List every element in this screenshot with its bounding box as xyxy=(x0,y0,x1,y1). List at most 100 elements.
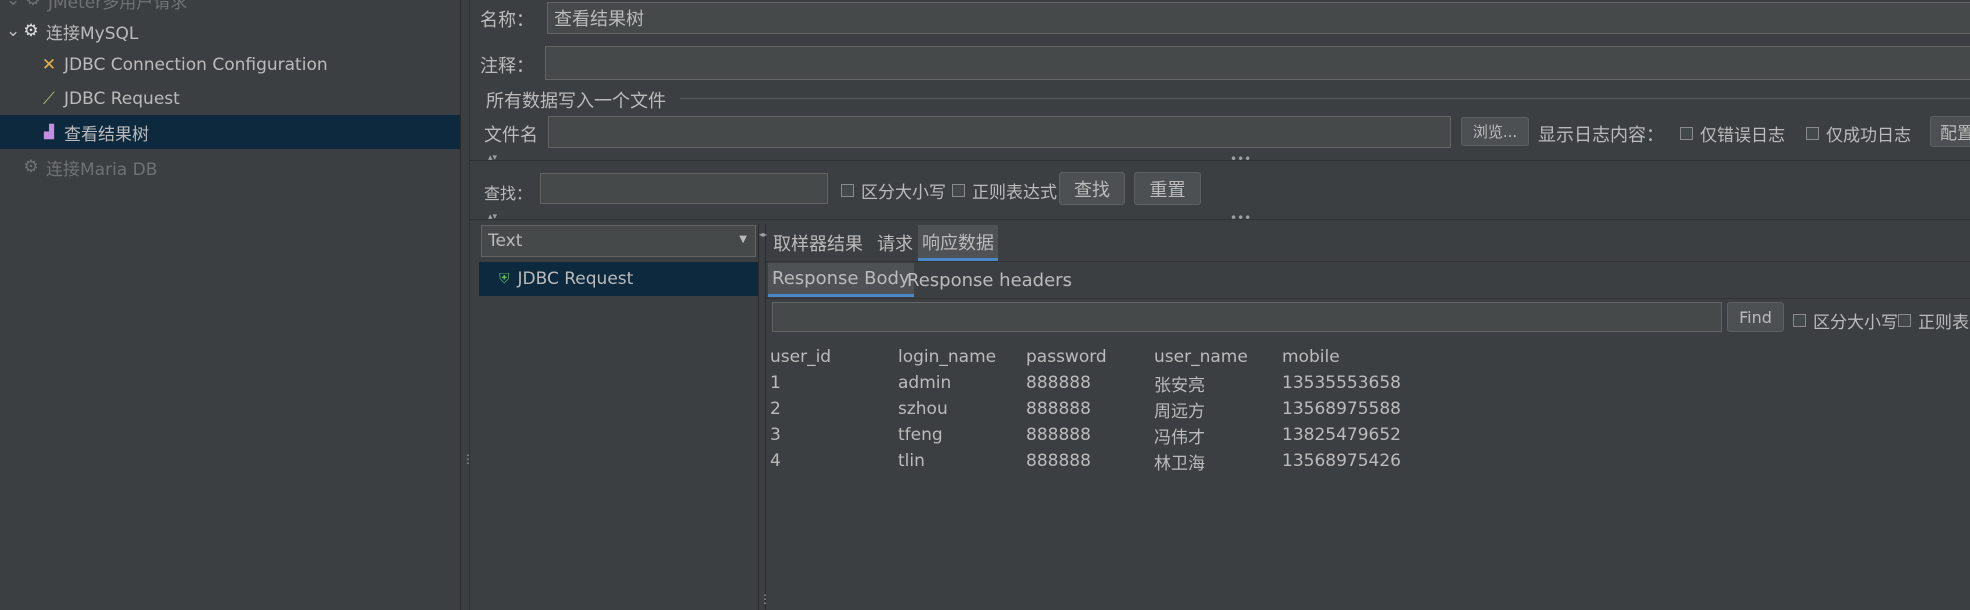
chevron-down-icon[interactable]: ⌄ xyxy=(6,21,20,41)
tree-item-result-tree[interactable]: ▟ 查看结果树 xyxy=(0,115,460,149)
table-header-row: user_id login_name password user_name mo… xyxy=(770,344,1401,370)
table-row: 1 admin 888888 张安亮 13535553658 xyxy=(770,370,1401,396)
panel-splitter[interactable]: ⋮ xyxy=(461,0,474,610)
collapse-arrows-icon[interactable]: ▴▾ xyxy=(488,154,497,163)
checkbox-label: 正则表达式 xyxy=(1918,313,1970,333)
column-header: password xyxy=(1026,347,1107,367)
tree-item-maria-group[interactable]: ⚙ 连接Maria DB xyxy=(0,150,460,184)
table-cell: 2 xyxy=(770,399,781,419)
table-cell: 周远方 xyxy=(1154,401,1205,422)
section-divider xyxy=(680,98,1970,99)
table-cell: tlin xyxy=(898,451,925,471)
checkbox-icon[interactable] xyxy=(841,184,854,197)
tree-item-label: 连接MySQL xyxy=(46,23,139,44)
tree-item-label: JMeter多用户请求 xyxy=(48,0,188,13)
tab-response-data[interactable]: 响应数据 xyxy=(918,225,998,261)
configure-button[interactable]: 配置 xyxy=(1930,116,1970,147)
tab-sampler-result[interactable]: 取样器结果 xyxy=(769,225,867,261)
tree-item-jdbc-config[interactable]: ✕ JDBC Connection Configuration xyxy=(0,48,460,82)
column-header: mobile xyxy=(1282,347,1340,367)
subtab-divider xyxy=(766,298,1970,299)
column-header: login_name xyxy=(898,347,997,367)
file-section-title: 所有数据写入一个文件 xyxy=(486,91,666,112)
chevron-down-icon[interactable]: ⌄ xyxy=(6,0,20,10)
filename-input[interactable] xyxy=(548,116,1451,148)
comment-label: 注释： xyxy=(480,56,534,77)
splitter-grip-icon: ⋮ xyxy=(759,592,771,606)
browse-button[interactable]: 浏览... xyxy=(1461,117,1529,146)
tree-item-jdbc-request[interactable]: ⟋ JDBC Request xyxy=(0,82,460,116)
table-cell: 4 xyxy=(770,451,781,471)
checkbox-icon[interactable] xyxy=(952,184,965,197)
table-cell: 888888 xyxy=(1026,399,1091,419)
table-row: 3 tfeng 888888 冯伟才 13825479652 xyxy=(770,422,1401,448)
tree-item-label: 查看结果树 xyxy=(64,124,149,145)
table-cell: szhou xyxy=(898,399,948,419)
tree-item-label: JDBC Connection Configuration xyxy=(64,55,328,75)
name-input[interactable] xyxy=(547,2,1970,34)
table-cell: 888888 xyxy=(1026,425,1091,445)
test-plan-tree: ⌄ ⚙ JMeter多用户请求 ⌄ ⚙ 连接MySQL ✕ JDBC Conne… xyxy=(0,0,461,610)
log-content-label: 显示日志内容： xyxy=(1538,125,1664,146)
tab-request[interactable]: 请求 xyxy=(873,225,917,261)
search-input[interactable] xyxy=(540,173,828,204)
table-cell: 888888 xyxy=(1026,451,1091,471)
find-button[interactable]: 查找 xyxy=(1059,172,1125,205)
table-cell: 13568975426 xyxy=(1282,451,1401,471)
regex-checkbox[interactable]: 正则表达式 xyxy=(952,178,1057,203)
tree-item-label: JDBC Request xyxy=(64,89,180,109)
renderer-select[interactable]: Text ▼ xyxy=(481,225,756,257)
name-label: 名称： xyxy=(480,10,534,31)
renderer-select-value: Text xyxy=(488,231,523,251)
reset-button[interactable]: 重置 xyxy=(1134,172,1201,205)
table-cell: tfeng xyxy=(898,425,943,445)
table-cell: 888888 xyxy=(1026,373,1091,393)
checkbox-icon[interactable] xyxy=(1793,314,1806,327)
table-cell: admin xyxy=(898,373,952,393)
chevron-down-icon[interactable]: ▼ xyxy=(739,234,747,245)
table-cell: 1 xyxy=(770,373,781,393)
subtab-response-headers[interactable]: Response headers xyxy=(903,263,1076,297)
response-find-button[interactable]: Find xyxy=(1727,302,1784,332)
tree-item-label: 连接Maria DB xyxy=(46,159,158,180)
checkbox-icon[interactable] xyxy=(1898,314,1911,327)
sample-result-item[interactable]: ⛨ JDBC Request xyxy=(479,262,758,296)
table-cell: 3 xyxy=(770,425,781,445)
response-case-sensitive-checkbox[interactable]: 区分大小写 xyxy=(1793,308,1898,333)
collapse-arrows-icon[interactable]: ◂▸ xyxy=(759,231,767,239)
checkbox-icon[interactable] xyxy=(1806,127,1819,140)
splitter-grip-icon: ••• xyxy=(1230,211,1252,225)
filename-label: 文件名 xyxy=(484,125,538,146)
results-splitter[interactable]: ◂▸ ⋮ xyxy=(758,224,771,610)
tools-icon: ✕ xyxy=(41,55,57,75)
horizontal-splitter[interactable] xyxy=(470,219,1970,220)
tree-item-mysql-group[interactable]: ⌄ ⚙ 连接MySQL xyxy=(0,14,460,48)
errors-only-checkbox[interactable]: 仅错误日志 xyxy=(1680,121,1785,146)
column-header: user_id xyxy=(770,347,832,367)
pipette-icon: ⟋ xyxy=(43,89,55,109)
table-row: 2 szhou 888888 周远方 13568975588 xyxy=(770,396,1401,422)
comment-input[interactable] xyxy=(545,46,1970,80)
column-header: user_name xyxy=(1154,347,1248,367)
splitter-grip-icon: ••• xyxy=(1230,152,1252,166)
response-body-text: user_id login_name password user_name mo… xyxy=(770,344,1401,474)
checkbox-label: 正则表达式 xyxy=(972,183,1057,203)
success-only-checkbox[interactable]: 仅成功日志 xyxy=(1806,121,1911,146)
chart-icon: ▟ xyxy=(44,124,54,140)
subtab-response-body[interactable]: Response Body xyxy=(768,263,914,297)
sample-item-label: JDBC Request xyxy=(517,269,634,289)
table-cell: 张安亮 xyxy=(1154,375,1205,396)
horizontal-splitter[interactable] xyxy=(470,160,1970,161)
shield-check-icon: ⛨ xyxy=(499,271,510,287)
table-cell: 林卫海 xyxy=(1154,453,1205,474)
table-cell: 13535553658 xyxy=(1282,373,1401,393)
response-search-input[interactable] xyxy=(772,302,1722,332)
gear-icon: ⚙ xyxy=(23,157,39,177)
response-regex-checkbox[interactable]: 正则表达式 xyxy=(1898,308,1970,333)
tab-divider xyxy=(766,261,1970,262)
checkbox-label: 区分大小写 xyxy=(861,183,946,203)
case-sensitive-checkbox[interactable]: 区分大小写 xyxy=(841,178,946,203)
collapse-arrows-icon[interactable]: ▴▾ xyxy=(488,213,497,222)
table-cell: 13568975588 xyxy=(1282,399,1401,419)
checkbox-icon[interactable] xyxy=(1680,127,1693,140)
